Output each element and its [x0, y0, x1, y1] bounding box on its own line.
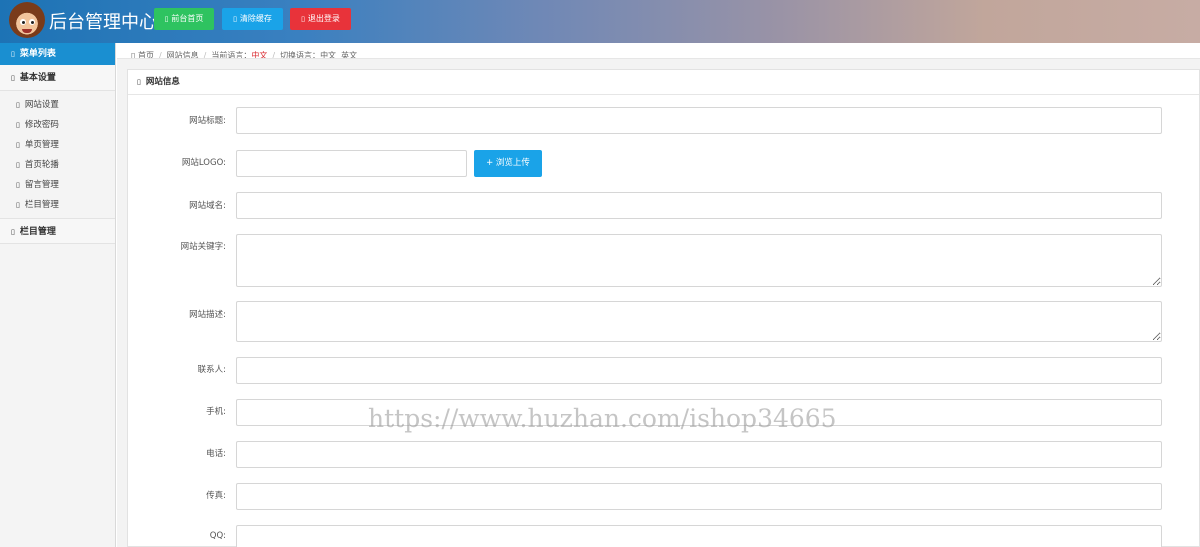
site-domain-label: 网站域名: — [189, 201, 226, 211]
site-keywords-label: 网站关键字: — [180, 242, 226, 252]
sidebar-submenu: ▯ 网站设置 ▯ 修改密码 ▯ 单页管理 ▯ 首页轮播 ▯ 留言管理 ▯ 栏目管理 — [0, 91, 115, 218]
breadcrumb: ▯ 首页 / 网站信息 / 当前语言：中文 / 切换语言：中文 英文 — [117, 43, 1200, 59]
sidebar-item-carousel[interactable]: ▯ 首页轮播 — [0, 155, 115, 175]
frontend-home-button[interactable]: ▯ 前台首页 — [154, 8, 214, 30]
site-domain-input[interactable] — [236, 192, 1162, 219]
sidebar-header-label: 菜单列表 — [19, 49, 56, 59]
phone-label: 电话: — [206, 449, 226, 459]
qq-input[interactable] — [236, 525, 1162, 547]
caret-icon: ▯ — [16, 101, 20, 109]
sidebar-item-label: 首页轮播 — [24, 160, 59, 170]
sidebar-item-label: 单页管理 — [24, 140, 59, 150]
home-icon: ▯ — [131, 51, 138, 59]
sidebar-item-label: 网站设置 — [24, 100, 59, 110]
sidebar-item-site-settings[interactable]: ▯ 网站设置 — [0, 95, 115, 115]
watermark-text: https://www.huzhan.com/ishop34665 — [368, 404, 837, 433]
sidebar-item-messages[interactable]: ▯ 留言管理 — [0, 175, 115, 195]
sidebar-item-change-password[interactable]: ▯ 修改密码 — [0, 115, 115, 135]
top-header: 后台管理中心 ▯ 前台首页 ▯ 清除缓存 ▯ 退出登录 — [0, 0, 1200, 43]
sidebar-item-single-page[interactable]: ▯ 单页管理 — [0, 135, 115, 155]
panel-title: 网站信息 — [145, 77, 180, 87]
site-title-input[interactable] — [236, 107, 1162, 134]
breadcrumb-home[interactable]: 首页 — [138, 51, 154, 58]
logout-button[interactable]: ▯ 退出登录 — [290, 8, 351, 30]
site-title-label: 网站标题: — [189, 116, 226, 126]
sidebar-group-label: 栏目管理 — [19, 227, 56, 237]
browse-upload-button[interactable]: + 浏览上传 — [474, 150, 542, 177]
caret-icon: ▯ — [16, 141, 20, 149]
settings-icon: ▯ — [11, 74, 15, 82]
power-icon: ▯ — [301, 15, 305, 23]
site-title: 后台管理中心 — [49, 12, 157, 33]
sidebar-header: ▯ 菜单列表 — [0, 43, 115, 65]
sidebar-group-label: 基本设置 — [19, 73, 56, 83]
qq-label: QQ: — [209, 531, 226, 541]
info-icon: ▯ — [137, 78, 141, 86]
current-language-label: 当前语言： — [211, 51, 252, 59]
sidebar-item-columns[interactable]: ▯ 栏目管理 — [0, 195, 115, 215]
list-icon: ▯ — [11, 50, 15, 58]
switch-language-label: 切换语言： — [280, 51, 321, 59]
site-description-textarea[interactable] — [236, 301, 1162, 342]
home-icon: ▯ — [164, 15, 169, 23]
panel-header: ▯ 网站信息 — [128, 70, 1199, 95]
site-logo-label: 网站LOGO: — [181, 158, 226, 168]
clear-cache-button[interactable]: ▯ 清除缓存 — [222, 8, 283, 30]
caret-icon: ▯ — [16, 121, 20, 129]
fax-input[interactable] — [236, 483, 1162, 510]
site-info-panel: ▯ 网站信息 网站标题: 网站LOGO: + 浏览上传 网站域名: 网站关键字: … — [127, 69, 1200, 547]
avatar — [9, 2, 45, 38]
frontend-home-label: 前台首页 — [171, 14, 204, 23]
refresh-icon: ▯ — [233, 15, 237, 23]
mobile-label: 手机: — [206, 407, 226, 417]
contact-input[interactable] — [236, 357, 1162, 384]
caret-icon: ▯ — [16, 181, 20, 189]
caret-icon: ▯ — [16, 201, 20, 209]
folder-icon: ▯ — [11, 228, 15, 236]
sidebar-item-label: 修改密码 — [24, 120, 59, 130]
sidebar: ▯ 菜单列表 ▯ 基本设置 ▯ 网站设置 ▯ 修改密码 ▯ 单页管理 ▯ 首页轮播 ▯ 留言管… — [0, 43, 116, 547]
language-option-chinese[interactable]: 中文 — [320, 51, 336, 58]
breadcrumb-current: 网站信息 — [166, 51, 199, 59]
caret-icon: ▯ — [16, 161, 20, 169]
logout-label: 退出登录 — [307, 14, 340, 23]
language-option-english[interactable]: 英文 — [341, 51, 357, 58]
clear-cache-label: 清除缓存 — [239, 14, 272, 23]
sidebar-group-columns[interactable]: ▯ 栏目管理 — [0, 218, 115, 244]
contact-label: 联系人: — [197, 365, 226, 375]
fax-label: 传真: — [206, 491, 226, 501]
sidebar-item-label: 栏目管理 — [24, 200, 59, 210]
site-description-label: 网站描述: — [189, 310, 226, 320]
site-keywords-textarea[interactable] — [236, 234, 1162, 287]
sidebar-item-label: 留言管理 — [24, 180, 59, 190]
sidebar-group-basic-settings[interactable]: ▯ 基本设置 — [0, 65, 115, 91]
site-logo-input[interactable] — [236, 150, 467, 177]
phone-input[interactable] — [236, 441, 1162, 468]
current-language: 中文 — [251, 51, 268, 59]
